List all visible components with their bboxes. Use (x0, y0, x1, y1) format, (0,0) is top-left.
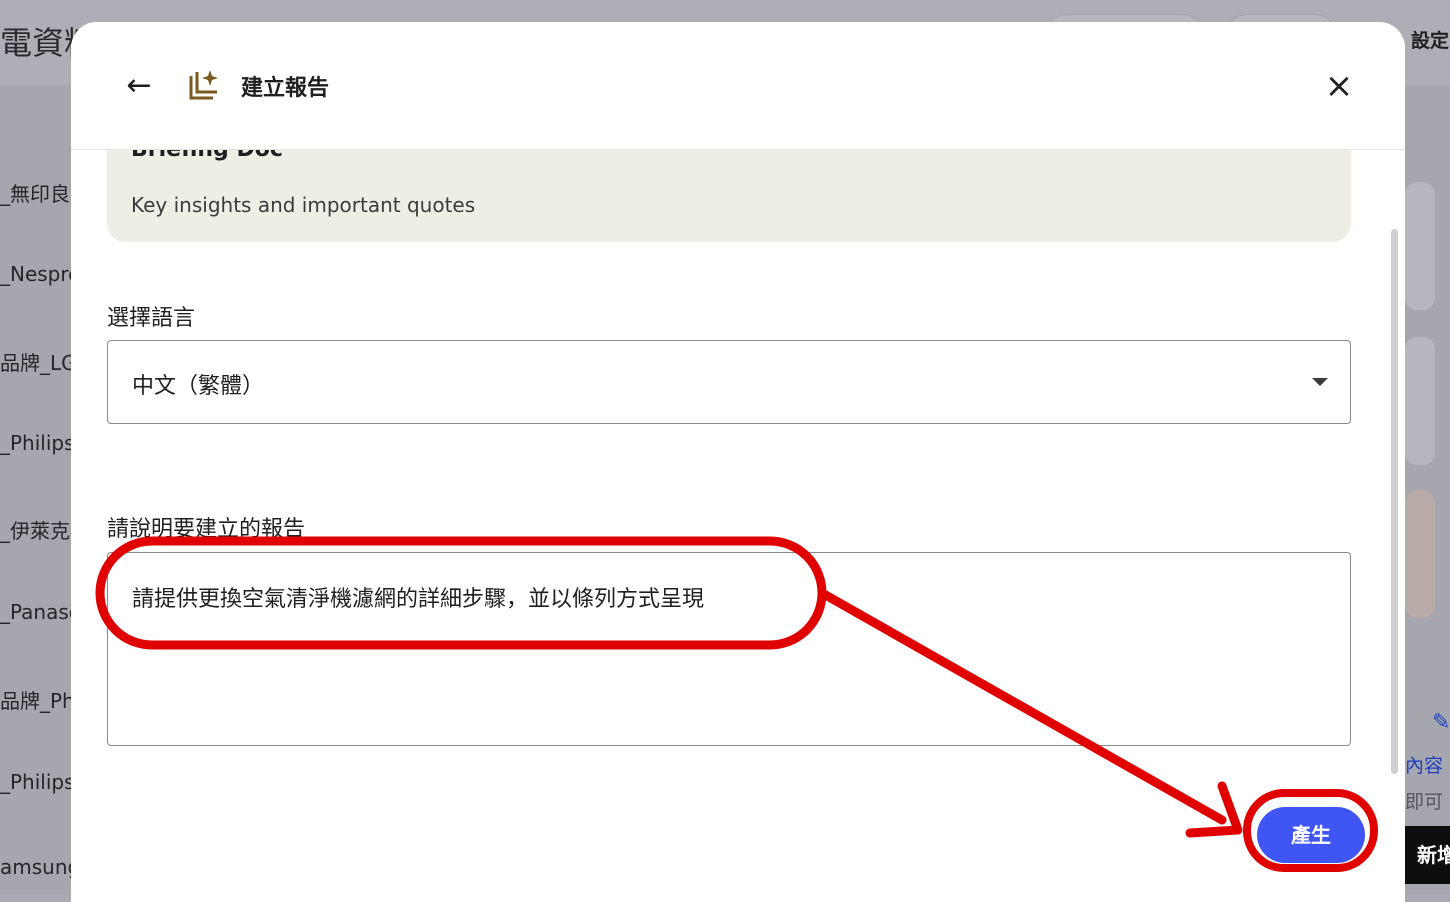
report-format-title: Briefing Doc (131, 149, 283, 162)
background-card (1405, 337, 1435, 465)
generate-button[interactable]: 產生 (1257, 807, 1365, 863)
report-sparkle-icon (189, 70, 218, 100)
dialog-scroll-area[interactable]: Briefing Doc Key insights and important … (71, 149, 1405, 902)
background-card (1405, 490, 1435, 618)
report-format-card[interactable]: Briefing Doc Key insights and important … (107, 149, 1351, 242)
background-card (1405, 182, 1435, 310)
report-format-description: Key insights and important quotes (131, 193, 476, 217)
create-report-dialog: ← 建立報告 × Briefing Doc Key insights and i… (71, 22, 1405, 902)
report-description-label: 請說明要建立的報告 (107, 517, 306, 542)
background-side-link: 內容 (1405, 755, 1444, 777)
language-selected-value: 中文（繁體） (132, 374, 265, 399)
arrow-left-icon: ← (126, 68, 152, 103)
language-select[interactable]: 中文（繁體） (107, 340, 1351, 424)
report-description-textarea[interactable]: 請提供更換空氣清淨機濾網的詳細步驟，並以條列方式呈現 (107, 552, 1351, 746)
magic-wand-icon: ✎ (1432, 710, 1450, 735)
scrollbar[interactable] (1391, 229, 1398, 774)
background-settings-button: 設定 (1411, 30, 1450, 52)
close-icon: × (1324, 66, 1354, 106)
close-button[interactable]: × (1319, 66, 1359, 106)
back-button[interactable]: ← (119, 66, 159, 106)
dialog-header: ← 建立報告 × (71, 22, 1405, 150)
dialog-title: 建立報告 (241, 76, 330, 101)
dropdown-caret-icon (1312, 378, 1328, 386)
background-list-item: _Philips (0, 431, 75, 455)
background-side-text: 即可 (1405, 791, 1444, 813)
report-description-value: 請提供更換空氣清淨機濾網的詳細步驟，並以條列方式呈現 (132, 587, 705, 612)
language-label: 選擇語言 (107, 306, 196, 331)
background-list-item: 品牌_LG (0, 351, 77, 375)
background-list-item: amsung (0, 855, 81, 879)
background-new-button: 新增 (1405, 826, 1450, 884)
